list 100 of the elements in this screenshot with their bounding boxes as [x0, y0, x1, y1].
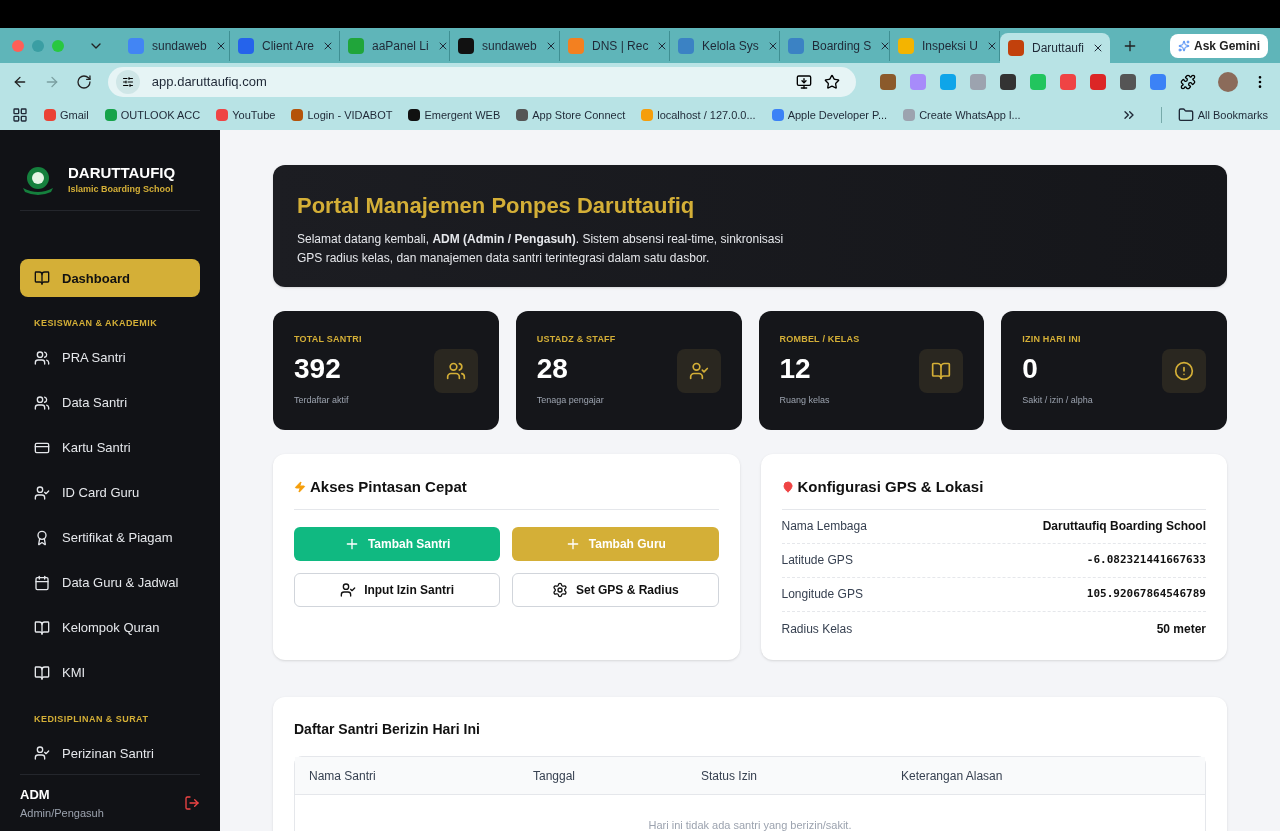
browser-tab[interactable]: Inspeksi U	[890, 30, 1000, 61]
brand-tagline: Islamic Boarding School	[68, 182, 175, 196]
sparkle-icon	[1177, 39, 1190, 52]
nav-item[interactable]: Data Santri	[20, 383, 200, 422]
tab-title: aaPanel Li	[372, 37, 429, 55]
bookmark-item[interactable]: localhost / 127.0.0...	[641, 106, 756, 124]
gps-label: Longitude GPS	[781, 586, 863, 603]
browser-tab[interactable]: DNS | Rec	[560, 30, 670, 61]
gps-value: Daruttaufiq Boarding School	[1042, 518, 1206, 535]
column-header: Tanggal	[533, 767, 577, 785]
brand-name: DARUTTAUFIQ	[68, 164, 176, 183]
book-icon	[34, 270, 50, 287]
user-check-icon	[688, 361, 709, 381]
site-icon	[641, 109, 654, 121]
bookmark-item[interactable]: Login - VIDABOT	[291, 106, 393, 124]
extension-icon[interactable]	[1000, 73, 1016, 90]
gps-value: -6.082321441667633	[1086, 551, 1206, 568]
book-icon	[34, 664, 50, 681]
bookmark-item[interactable]: OUTLOOK ACC	[104, 106, 201, 124]
extension-icon[interactable]	[880, 73, 896, 90]
stat-note: Tenaga pengajar	[536, 393, 605, 407]
site-icon	[516, 109, 529, 121]
users-icon	[445, 361, 466, 381]
book-icon	[34, 619, 50, 636]
bookmark-item[interactable]: Create WhatsApp l...	[903, 106, 1021, 124]
school-logo	[20, 164, 56, 197]
stat-value: 12	[779, 351, 811, 386]
nav-item[interactable]: ID Card Guru	[20, 473, 200, 512]
gps-value: 105.92067864546789	[1086, 585, 1206, 602]
lightning-icon	[294, 481, 306, 494]
stat-note: Ruang kelas	[779, 393, 831, 407]
browser-tab[interactable]: Client Are	[230, 30, 340, 61]
bookmark-star-icon[interactable]	[824, 73, 840, 90]
site-settings-icon[interactable]	[121, 75, 134, 88]
site-icon	[216, 109, 229, 121]
stat-label: TOTAL SANTRI	[294, 333, 363, 346]
users-icon	[34, 349, 50, 366]
browser-tab[interactable]: Boarding S	[780, 30, 890, 61]
site-icon	[898, 37, 914, 54]
user-check-icon	[34, 745, 50, 762]
shortcut-button[interactable]: Set GPS & Radius	[512, 572, 719, 607]
browser-tab[interactable]: Daruttaufi	[1000, 33, 1110, 63]
nav-item[interactable]: Perizinan Santri	[20, 734, 200, 773]
user-check-icon	[34, 484, 50, 501]
nav-item[interactable]: KMI	[20, 653, 200, 692]
stat-value: 0	[1022, 351, 1038, 386]
tab-title: Kelola Sys	[702, 37, 759, 55]
logout-icon[interactable]	[184, 795, 200, 811]
extension-icon[interactable]	[1120, 73, 1136, 90]
nav-item[interactable]: PRA Santri	[20, 338, 200, 377]
bookmark-item[interactable]: Gmail	[44, 106, 89, 124]
user-role: Admin/Pengasuh	[20, 805, 104, 821]
column-header: Status Izin	[701, 767, 759, 785]
user-check-icon	[340, 581, 357, 598]
pin-icon	[781, 481, 794, 494]
apps-icon[interactable]	[12, 107, 28, 123]
browser-tab[interactable]: sundaweb	[450, 30, 560, 61]
ask-gemini-button[interactable]: Ask Gemini	[1169, 33, 1268, 58]
stat-label: IZIN HARI INI	[1022, 333, 1082, 346]
profile-avatar[interactable]	[1218, 71, 1238, 92]
site-icon	[348, 37, 364, 54]
stat-note: Sakit / izin / alpha	[1022, 393, 1094, 407]
tab-title: Daruttaufi	[1032, 40, 1085, 57]
reload-icon[interactable]	[75, 73, 92, 90]
site-icon	[128, 37, 144, 54]
tab-title: Client Are	[262, 37, 315, 55]
all-bookmarks-button[interactable]: All Bookmarks	[1160, 106, 1268, 124]
install-icon[interactable]	[796, 73, 812, 90]
nav-item[interactable]: Kartu Santri	[20, 428, 200, 467]
browser-tab[interactable]: aaPanel Li	[340, 30, 450, 61]
folder-icon	[1177, 107, 1194, 123]
bookmark-item[interactable]: YouTube	[216, 106, 276, 124]
hero-text: Selamat datang kembali, ADM (Admin / Pengasuh). Sistem absensi real-time, sinkronisasi GPS radius kelas, dan manajemen data santri terintegrasi dalam satu dasbor.	[297, 231, 785, 267]
nav-item[interactable]: Kelompok Quran	[20, 608, 200, 647]
nav-item[interactable]: Data Guru & Jadwal	[20, 563, 200, 602]
users-icon	[34, 394, 50, 411]
address-bar[interactable]: app.daruttaufiq.com	[107, 66, 856, 97]
extensions-icon[interactable]	[1180, 73, 1196, 90]
bookmark-item[interactable]: App Store Connect	[516, 106, 626, 124]
hero-title: Portal Manajemen Ponpes Daruttaufiq	[297, 192, 696, 220]
nav-item[interactable]: Sertifikat & Piagam	[20, 518, 200, 557]
nav-item[interactable]: Dashboard	[20, 259, 200, 298]
calendar-icon	[34, 574, 50, 591]
site-icon	[1008, 40, 1024, 56]
bookmark-item[interactable]: Apple Developer P...	[771, 106, 888, 124]
site-icon	[771, 109, 784, 121]
stat-label: USTADZ & STAFF	[536, 333, 617, 346]
gps-label: Latitude GPS	[781, 552, 853, 569]
site-icon	[788, 37, 804, 54]
browser-tab[interactable]: Kelola Sys	[670, 30, 780, 61]
card-title: Konfigurasi GPS & Lokasi	[797, 477, 984, 497]
tab-title: Boarding S	[812, 37, 872, 55]
column-header: Keterangan Alasan	[901, 767, 1004, 785]
alert-icon	[1174, 361, 1194, 381]
site-icon	[903, 109, 916, 121]
browser-tab[interactable]: sundaweb	[120, 30, 230, 61]
shortcut-button[interactable]: Input Izin Santri	[294, 572, 501, 607]
gear-icon	[552, 581, 568, 598]
gps-label: Nama Lembaga	[781, 518, 867, 535]
bookmark-item[interactable]: Emergent WEB	[408, 106, 501, 124]
